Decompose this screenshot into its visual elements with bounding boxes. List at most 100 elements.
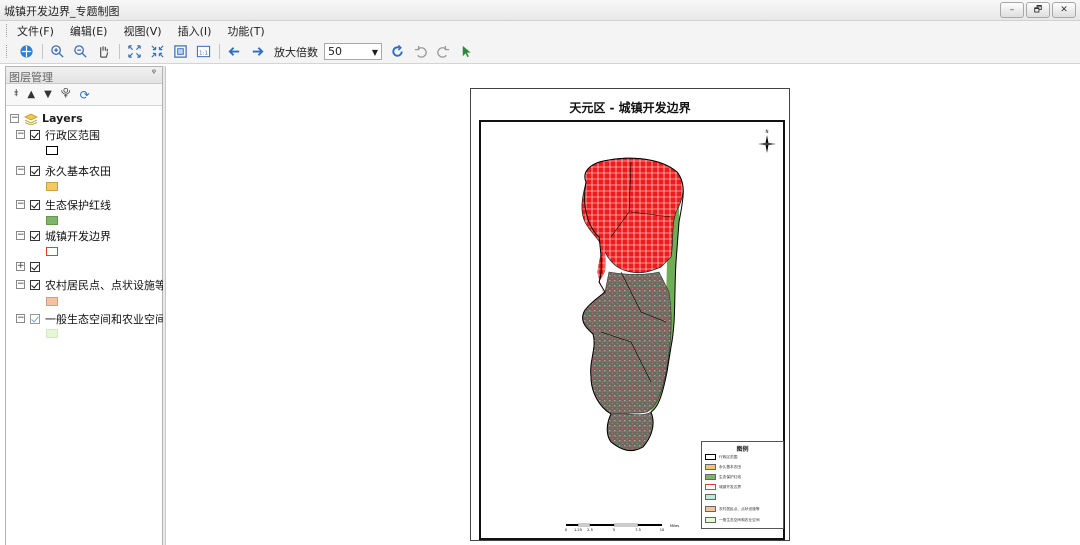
north-label: N	[766, 129, 769, 134]
menu-edit[interactable]: 编辑(E)	[70, 23, 108, 39]
menu-grip[interactable]	[6, 24, 9, 37]
layer-swatch	[46, 297, 58, 306]
collapse-icon[interactable]: −	[16, 200, 25, 209]
layer-visibility-checkbox[interactable]	[30, 230, 40, 241]
layer-item[interactable]: − 一般生态空间和农业空间	[16, 311, 166, 326]
scale-bar: 0 1.25 2.5 5 7.5 10 Miles	[565, 523, 679, 532]
zoom-label: 放大倍数	[274, 45, 318, 59]
collapse-icon[interactable]: −	[16, 166, 25, 175]
title-bar: 城镇开发边界_专题制图 – 🗗 ✕	[0, 0, 1080, 21]
panel-splitter[interactable]	[163, 66, 166, 545]
expand-icon	[127, 45, 141, 58]
move-to-bottom-icon[interactable]: ⯓	[61, 86, 71, 103]
scale-label: 1.25	[574, 528, 582, 532]
toolbar-separator	[119, 44, 120, 59]
select-button[interactable]	[457, 43, 475, 61]
zoom-select[interactable]: 50 ▼	[324, 43, 382, 60]
zoom-in-button[interactable]	[48, 43, 66, 61]
layer-swatch	[46, 329, 58, 338]
toolbar-grip[interactable]	[6, 45, 9, 58]
layer-swatch	[46, 182, 58, 191]
toolbar-separator	[42, 44, 43, 59]
fixed-zoom-out-button[interactable]	[148, 43, 166, 61]
layer-visibility-checkbox[interactable]	[30, 129, 40, 140]
toolbar: 1:1 放大倍数 50 ▼	[0, 40, 1080, 64]
layer-label: 行政区范围	[45, 128, 100, 142]
layer-item[interactable]: − 城镇开发边界	[16, 228, 111, 243]
layer-label: 农村居民点、点状设施等	[45, 278, 166, 292]
collapse-icon	[150, 45, 164, 58]
layer-visibility-checkbox[interactable]	[30, 313, 40, 324]
menu-file[interactable]: 文件(F)	[17, 23, 54, 39]
menu-bar: 文件(F) 编辑(E) 视图(V) 插入(I) 功能(T)	[0, 21, 1080, 40]
undo-button[interactable]	[411, 43, 429, 61]
actual-size-button[interactable]: 1:1	[194, 43, 212, 61]
menu-view[interactable]: 视图(V)	[123, 23, 161, 39]
collapse-icon[interactable]: −	[16, 314, 25, 323]
redo-icon	[436, 45, 449, 58]
layer-item[interactable]: − 生态保护红线	[16, 197, 111, 212]
cursor-icon	[462, 45, 471, 58]
layer-visibility-checkbox[interactable]	[30, 165, 40, 176]
layer-visibility-checkbox[interactable]	[30, 279, 40, 290]
map-frame[interactable]: N 0 1.25 2.5 5 7.5 10 Miles 图例 行政区范围 永久基…	[479, 120, 785, 540]
forward-button[interactable]	[248, 43, 266, 61]
layer-visibility-checkbox[interactable]	[30, 261, 40, 272]
fixed-zoom-in-button[interactable]	[125, 43, 143, 61]
arrow-right-icon	[252, 47, 264, 56]
scale-label: 10	[660, 528, 665, 532]
legend-item: 农村居民点、点状设施等	[705, 506, 760, 512]
close-button[interactable]: ✕	[1052, 2, 1076, 18]
panel-title: 图层管理	[9, 71, 53, 84]
full-extent-button[interactable]	[17, 43, 35, 61]
zoom-out-button[interactable]	[71, 43, 89, 61]
layer-visibility-checkbox[interactable]	[30, 199, 40, 210]
redo-button[interactable]	[434, 43, 452, 61]
restore-button[interactable]: 🗗	[1026, 2, 1050, 18]
zoom-out-icon	[73, 45, 87, 58]
fit-extent-icon	[173, 45, 187, 58]
pin-icon[interactable]: ᵠ	[152, 68, 156, 79]
globe-icon	[19, 45, 33, 58]
menu-insert[interactable]: 插入(I)	[178, 23, 212, 39]
undo-icon	[414, 45, 427, 58]
map-legend[interactable]: 图例 行政区范围 永久基本农田 生态保护红线 城镇开发边界 农村居民点、点状设施…	[701, 441, 784, 529]
collapse-icon[interactable]: −	[16, 280, 25, 289]
refresh-button[interactable]	[388, 43, 406, 61]
layer-label: 生态保护红线	[45, 198, 111, 212]
rural-settlement-area	[582, 271, 672, 438]
layer-order-tools: ⯒ ▲ ▼ ⯓ ⟳	[6, 84, 162, 106]
layer-item[interactable]: − 永久基本农田	[16, 163, 111, 178]
menu-function[interactable]: 功能(T)	[227, 23, 264, 39]
layers-root-label: Layers	[42, 112, 83, 125]
arrow-left-icon	[227, 47, 239, 56]
collapse-icon[interactable]: −	[16, 130, 25, 139]
back-button[interactable]	[225, 43, 243, 61]
layer-item[interactable]: +	[16, 259, 45, 274]
layer-item[interactable]: − 行政区范围	[16, 127, 100, 142]
refresh-layers-icon[interactable]: ⟳	[80, 88, 90, 102]
layer-label: 永久基本农田	[45, 164, 111, 178]
scale-label: 7.5	[635, 528, 641, 532]
move-down-icon[interactable]: ▼	[44, 89, 52, 100]
urban-development-area	[581, 157, 684, 274]
expand-icon[interactable]: +	[16, 262, 25, 271]
refresh-icon	[391, 44, 403, 57]
minimize-button[interactable]: –	[1000, 2, 1024, 18]
layers-root[interactable]: − Layers	[10, 111, 83, 126]
full-view-button[interactable]	[171, 43, 189, 61]
layout-page[interactable]: 天元区 - 城镇开发边界 N 0 1.25 2.5 5 7.5 10 Miles…	[470, 88, 790, 541]
map-title: 天元区 - 城镇开发边界	[569, 101, 691, 115]
layer-item[interactable]: − 农村居民点、点状设施等	[16, 277, 166, 292]
hand-icon	[99, 46, 108, 58]
move-up-icon[interactable]: ▲	[27, 89, 35, 100]
legend-title: 图例	[736, 446, 749, 453]
pan-button[interactable]	[94, 43, 112, 61]
layer-management-panel: 图层管理 ᵠ ⯒ ▲ ▼ ⯓ ⟳ − Layers − 行政区范围 − 永久基本…	[5, 66, 166, 545]
layer-swatch	[46, 247, 58, 256]
layer-label: 一般生态空间和农业空间	[45, 312, 166, 326]
collapse-icon[interactable]: −	[10, 114, 19, 123]
move-to-top-icon[interactable]: ⯒	[14, 86, 18, 103]
legend-item: 一般生态空间和农业空间	[705, 517, 760, 523]
collapse-icon[interactable]: −	[16, 231, 25, 240]
